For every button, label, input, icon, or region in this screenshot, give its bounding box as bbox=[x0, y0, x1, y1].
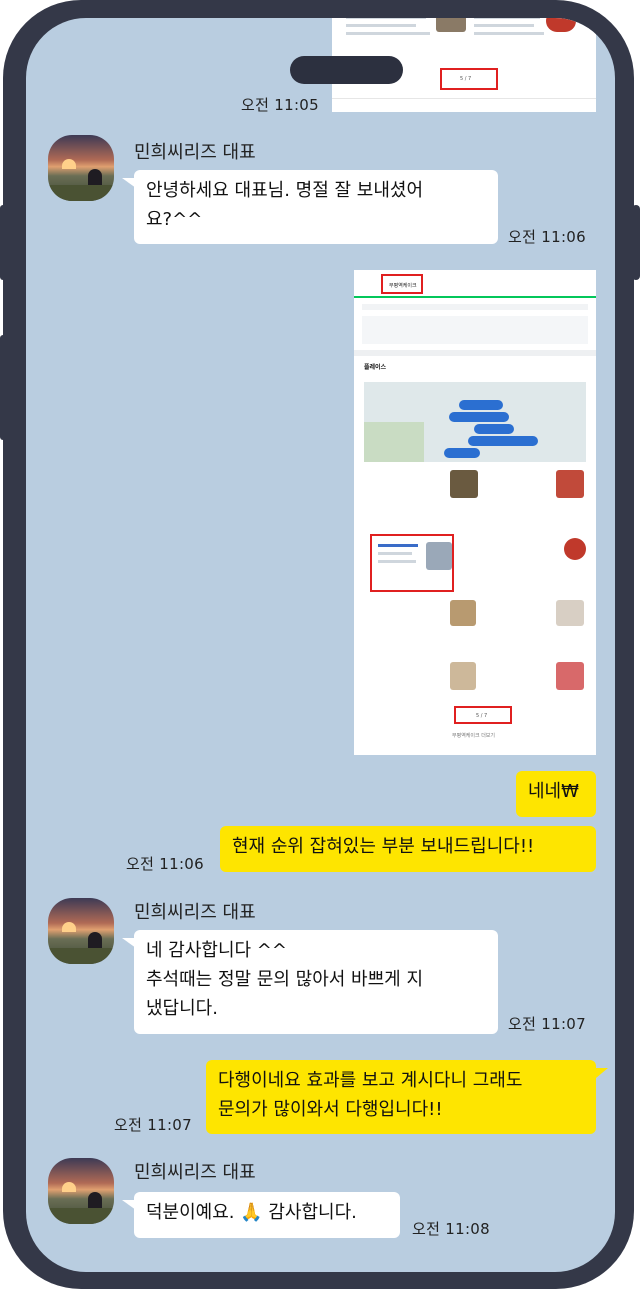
logo-thumbnail bbox=[546, 18, 576, 32]
bubble-tail bbox=[122, 938, 136, 948]
bubble-tail bbox=[596, 1068, 608, 1078]
bubble-tail bbox=[122, 1200, 136, 1210]
food-thumbnail bbox=[436, 18, 466, 32]
timestamp: 오전 11:06 bbox=[126, 855, 204, 873]
message-bubble[interactable]: 네네₩ bbox=[516, 771, 596, 817]
bubble-tail bbox=[122, 178, 136, 188]
timestamp: 오전 11:08 bbox=[412, 1220, 490, 1238]
sender-name: 민희씨리즈 대표 bbox=[134, 142, 256, 163]
more-link[interactable]: 부평역케이크 더보기 bbox=[452, 732, 495, 739]
message-bubble[interactable]: 안녕하세요 대표님. 명절 잘 보내셨어 요?^^ bbox=[134, 170, 498, 244]
volume-down-button bbox=[0, 335, 6, 440]
sender-avatar[interactable] bbox=[48, 135, 114, 201]
map-view[interactable] bbox=[364, 382, 586, 462]
page-indicator: 5 / 7 bbox=[476, 713, 488, 719]
timestamp: 오전 11:05 bbox=[241, 96, 319, 114]
page-indicator: 5 / 7 bbox=[460, 76, 472, 82]
section-title: 플레이스 bbox=[364, 364, 387, 371]
timestamp: 오전 11:07 bbox=[114, 1116, 192, 1134]
sender-name: 민희씨리즈 대표 bbox=[134, 1162, 256, 1183]
volume-up-button bbox=[0, 205, 6, 280]
notch bbox=[290, 56, 403, 84]
search-box-highlight: 부평역케이크 bbox=[381, 274, 423, 294]
chat-screen[interactable]: 5 / 7 오전 11:05 민희씨리즈 대표 안녕하세요 대표님. 명절 잘 … bbox=[26, 18, 615, 1272]
ranking-highlight bbox=[370, 534, 454, 592]
message-bubble[interactable]: 현재 순위 잡혀있는 부분 보내드립니다!! bbox=[220, 826, 596, 872]
sender-name: 민희씨리즈 대표 bbox=[134, 902, 256, 923]
shared-image-search-result[interactable]: 부평역케이크 플레이스 5 / 7 부평역케이크 더보기 bbox=[354, 270, 596, 755]
message-bubble[interactable]: 덕분이예요. 🙏 감사합니다. bbox=[134, 1192, 400, 1238]
timestamp: 오전 11:06 bbox=[508, 228, 586, 246]
timestamp: 오전 11:07 bbox=[508, 1015, 586, 1033]
page-indicator-highlight: 5 / 7 bbox=[440, 68, 498, 90]
message-bubble[interactable]: 다행이네요 효과를 보고 계시다니 그래도 문의가 많이와서 다행입니다!! bbox=[206, 1060, 596, 1134]
sender-avatar[interactable] bbox=[48, 898, 114, 964]
sender-avatar[interactable] bbox=[48, 1158, 114, 1224]
search-text: 부평역케이크 bbox=[389, 283, 417, 289]
page-indicator-highlight: 5 / 7 bbox=[454, 706, 512, 724]
power-button bbox=[632, 205, 640, 280]
message-bubble[interactable]: 네 감사합니다 ^^ 추석때는 정말 문의 많아서 바쁘게 지 냈답니다. bbox=[134, 930, 498, 1034]
